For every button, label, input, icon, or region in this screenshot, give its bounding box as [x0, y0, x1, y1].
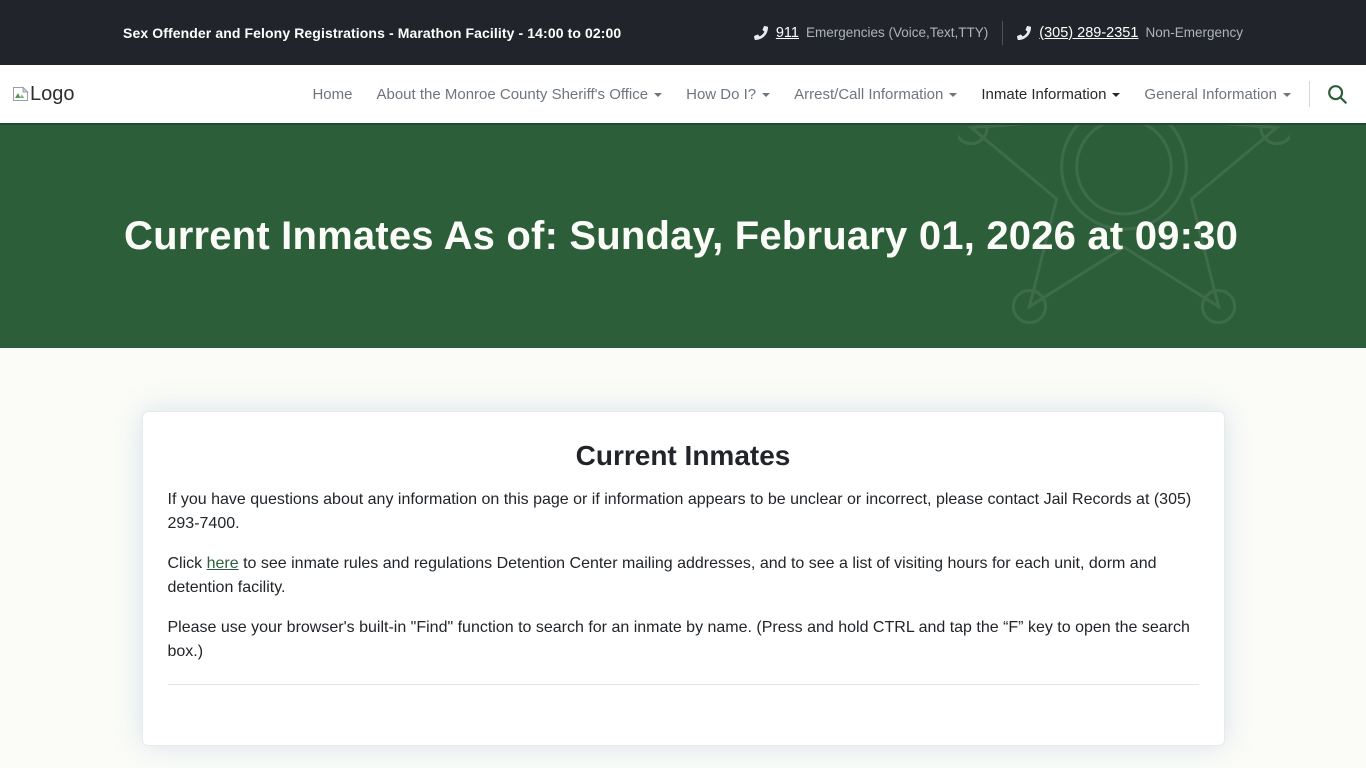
emergency-phone-group: 911 Emergencies (Voice,Text,TTY) — [754, 25, 988, 41]
contact-paragraph: If you have questions about any informat… — [168, 488, 1199, 536]
nav-item-how-do-i[interactable]: How Do I? — [678, 78, 778, 111]
nav-item-about[interactable]: About the Monroe County Sheriff's Office — [368, 78, 670, 111]
main-navbar: Logo Home About the Monroe County Sherif… — [0, 65, 1366, 123]
nav-divider — [1309, 81, 1310, 107]
non-emergency-label: Non-Emergency — [1145, 25, 1243, 40]
chevron-down-icon — [949, 93, 957, 97]
rules-paragraph: Click here to see inmate rules and regul… — [168, 552, 1199, 600]
broken-image-icon — [12, 85, 29, 103]
search-icon — [1326, 83, 1348, 105]
nav-menu: Home About the Monroe County Sheriff's O… — [300, 78, 1354, 111]
card-footer-spacer — [168, 685, 1199, 715]
phone-icon — [1017, 26, 1031, 40]
phone-links: 911 Emergencies (Voice,Text,TTY) (305) 2… — [754, 21, 1243, 45]
non-emergency-phone-group: (305) 289-2351 Non-Emergency — [1017, 25, 1243, 41]
non-emergency-number-link[interactable]: (305) 289-2351 — [1039, 25, 1138, 41]
facility-announcement: Sex Offender and Felony Registrations - … — [123, 25, 621, 41]
search-button[interactable] — [1320, 79, 1354, 109]
search-tip-paragraph: Please use your browser's built-in "Find… — [168, 616, 1199, 664]
phone-icon — [754, 26, 768, 40]
chevron-down-icon — [1112, 93, 1120, 97]
phone-divider — [1002, 21, 1003, 45]
chevron-down-icon — [762, 93, 770, 97]
emergency-number-link[interactable]: 911 — [776, 25, 799, 41]
page-title: Current Inmates As of: Sunday, February … — [0, 214, 1238, 259]
chevron-down-icon — [654, 93, 662, 97]
emergency-label: Emergencies (Voice,Text,TTY) — [806, 25, 988, 40]
main-content: Current Inmates If you have questions ab… — [0, 348, 1366, 768]
hero-banner: Current Inmates As of: Sunday, February … — [0, 123, 1366, 348]
logo-alt-text: Logo — [30, 83, 75, 106]
site-logo[interactable]: Logo — [12, 83, 75, 106]
nav-item-inmate-information[interactable]: Inmate Information — [973, 78, 1128, 111]
here-link[interactable]: here — [207, 555, 239, 572]
top-alert-bar: Sex Offender and Felony Registrations - … — [0, 0, 1366, 65]
nav-item-home[interactable]: Home — [304, 78, 360, 111]
nav-item-arrest-call-information[interactable]: Arrest/Call Information — [786, 78, 965, 111]
nav-item-general-information[interactable]: General Information — [1136, 78, 1299, 111]
current-inmates-card: Current Inmates If you have questions ab… — [142, 411, 1225, 746]
chevron-down-icon — [1283, 93, 1291, 97]
card-heading: Current Inmates — [168, 440, 1199, 472]
